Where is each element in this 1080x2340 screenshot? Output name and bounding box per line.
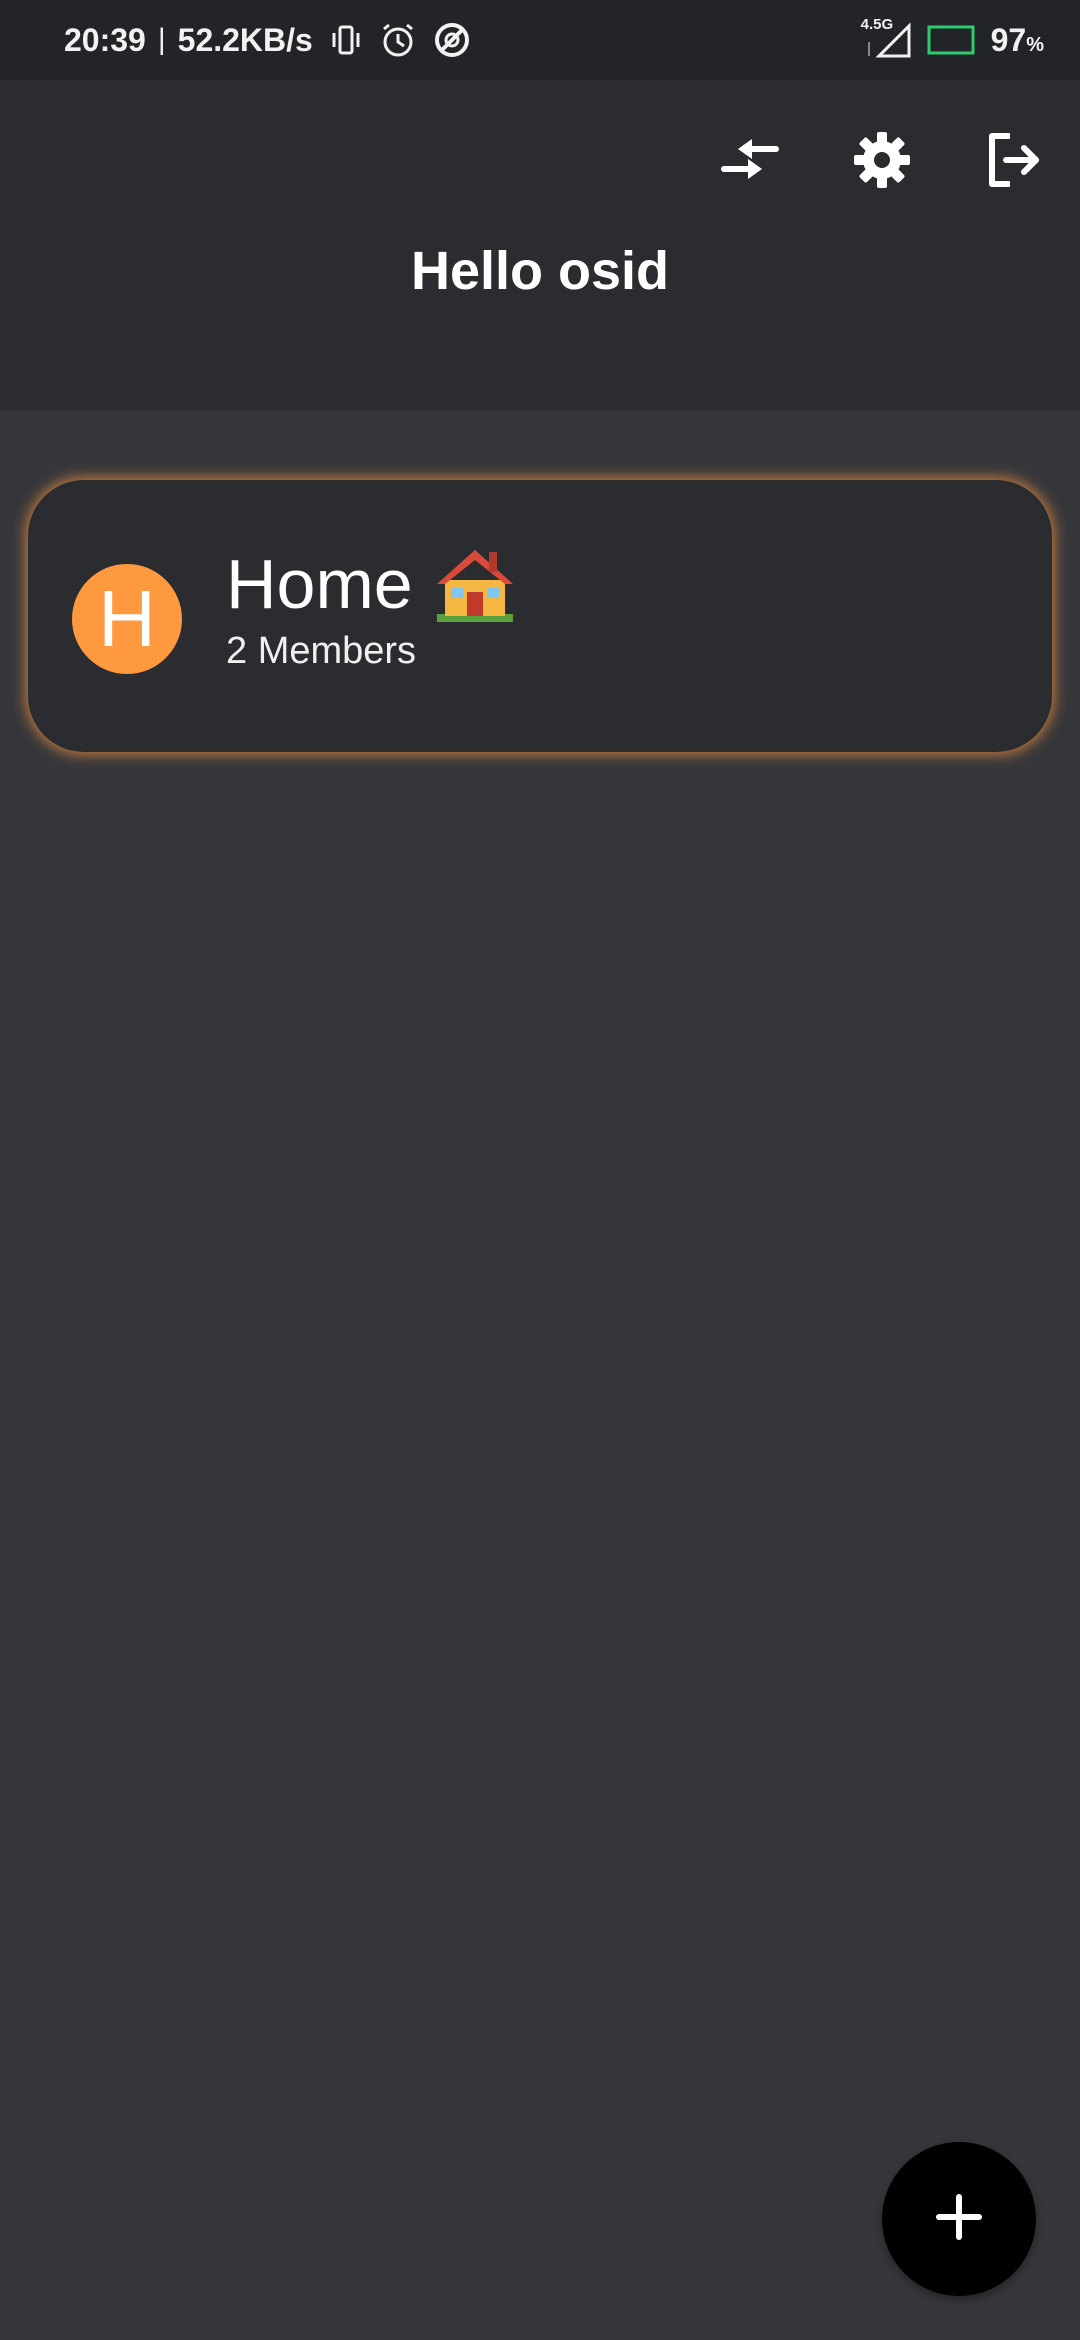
battery-unit: % bbox=[1026, 33, 1044, 56]
data-saver-icon bbox=[433, 21, 471, 59]
battery-level: 97% bbox=[991, 22, 1044, 59]
group-members: 2 Members bbox=[226, 630, 417, 672]
status-separator: | bbox=[157, 23, 166, 56]
settings-button[interactable] bbox=[840, 120, 924, 204]
vibrate-icon bbox=[329, 23, 363, 57]
logout-button[interactable] bbox=[972, 120, 1056, 204]
logout-icon bbox=[984, 130, 1044, 195]
house-icon bbox=[433, 544, 517, 624]
app-bar: Hello osid bbox=[0, 80, 1080, 410]
add-group-button[interactable] bbox=[882, 2142, 1036, 2296]
gear-icon bbox=[852, 130, 912, 195]
signal-icon: 4.5G bbox=[861, 16, 913, 60]
group-name: Home bbox=[226, 545, 413, 623]
status-time: 20:39 bbox=[64, 21, 146, 58]
status-bar: 20:39 | 52.2KB/s 4.5G 97% bbox=[0, 0, 1080, 80]
avatar: H bbox=[72, 564, 182, 674]
group-title: Home bbox=[226, 544, 517, 624]
group-card-home[interactable]: H Home 2 Members bbox=[28, 480, 1052, 752]
switch-icon bbox=[718, 135, 782, 190]
plus-icon bbox=[935, 2193, 983, 2246]
page-title: Hello osid bbox=[410, 241, 670, 301]
status-left: 20:39 | 52.2KB/s bbox=[64, 21, 471, 59]
switch-button[interactable] bbox=[708, 120, 792, 204]
alarm-icon bbox=[379, 21, 417, 59]
battery-percent: 97 bbox=[990, 21, 1027, 58]
battery-icon bbox=[927, 24, 977, 56]
status-right: 4.5G 97% bbox=[861, 16, 1044, 60]
status-net-speed: 52.2KB/s bbox=[177, 21, 313, 58]
